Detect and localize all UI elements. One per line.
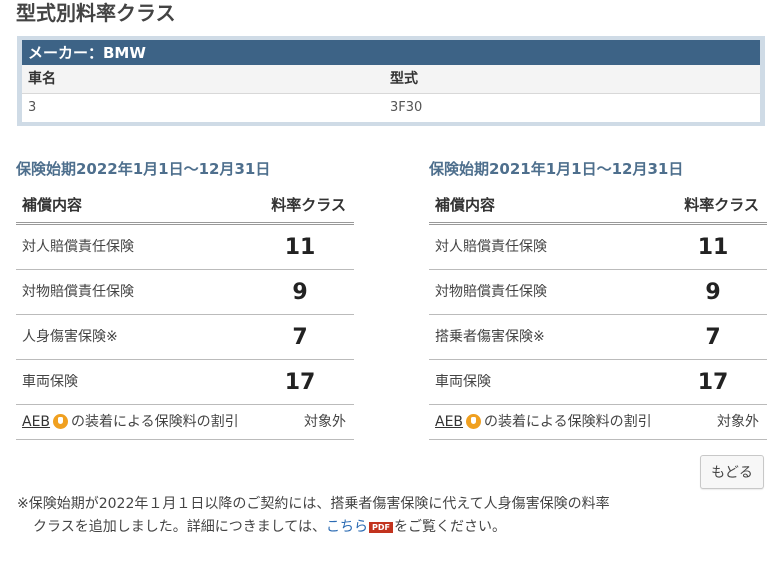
aeb-link[interactable]: AEB bbox=[22, 414, 50, 430]
aeb-text: の装着による保険料の割引 bbox=[71, 414, 239, 430]
class-value: 9 bbox=[705, 280, 721, 305]
vehicle-table-header: 車名 型式 bbox=[22, 65, 760, 94]
class-value: 7 bbox=[292, 325, 308, 350]
aeb-info-icon[interactable] bbox=[53, 414, 69, 429]
coverage-label: 対物賠償責任保険 bbox=[435, 284, 547, 300]
footnote: ※保険始期が2022年１月１日以降のご契約には、搭乗者傷害保険に代えて人身傷害保… bbox=[17, 493, 717, 539]
maker-header: メーカー：BMW bbox=[22, 40, 760, 65]
car-name-value: 3 bbox=[28, 100, 37, 115]
coverage-label: 車両保険 bbox=[22, 374, 78, 390]
aeb-row: AEB の装着による保険料の割引 対象外 bbox=[429, 405, 767, 440]
aeb-label: AEB の装着による保険料の割引 bbox=[435, 405, 652, 439]
car-name-header: 車名 bbox=[28, 71, 56, 87]
coverage-label: 対人賠償責任保険 bbox=[22, 239, 134, 255]
details-link[interactable]: こちら bbox=[326, 519, 368, 535]
class-value: 7 bbox=[705, 325, 721, 350]
class-value: 11 bbox=[284, 235, 316, 260]
aeb-value: 対象外 bbox=[717, 414, 759, 430]
coverage-label: 対物賠償責任保険 bbox=[22, 284, 134, 300]
aeb-label: AEB の装着による保険料の割引 bbox=[22, 405, 239, 439]
table-row: 対人賠償責任保険 11 bbox=[429, 225, 767, 270]
model-header: 型式 bbox=[390, 71, 418, 87]
rate-table-header: 補償内容 料率クラス bbox=[429, 188, 767, 225]
class-value: 17 bbox=[697, 370, 729, 395]
period-2021-table: 保険始期2021年1月1日〜12月31日 補償内容 料率クラス 対人賠償責任保険… bbox=[429, 148, 767, 440]
table-row: 搭乗者傷害保険※ 7 bbox=[429, 315, 767, 360]
page-title: 型式別料率クラス bbox=[16, 1, 176, 25]
table-row: 対人賠償責任保険 11 bbox=[16, 225, 354, 270]
coverage-label: 車両保険 bbox=[435, 374, 491, 390]
aeb-text: の装着による保険料の割引 bbox=[484, 414, 652, 430]
note-line1: ※保険始期が2022年１月１日以降のご契約には、搭乗者傷害保険に代えて人身傷害保… bbox=[17, 496, 610, 512]
class-header: 料率クラス bbox=[684, 196, 759, 214]
aeb-link[interactable]: AEB bbox=[435, 414, 463, 430]
note-text-end: をご覧ください。 bbox=[394, 519, 506, 535]
back-button[interactable]: もどる bbox=[700, 455, 764, 489]
aeb-row: AEB の装着による保険料の割引 対象外 bbox=[16, 405, 354, 440]
table-row: 車両保険 17 bbox=[429, 360, 767, 405]
aeb-info-icon[interactable] bbox=[466, 414, 482, 429]
period-title: 保険始期2021年1月1日〜12月31日 bbox=[429, 160, 684, 178]
vehicle-info-box: メーカー：BMW 車名 型式 3 3F30 bbox=[17, 36, 765, 126]
coverage-header: 補償内容 bbox=[435, 196, 496, 214]
vehicle-table-row: 3 3F30 bbox=[22, 94, 760, 122]
rate-table-header: 補償内容 料率クラス bbox=[16, 188, 354, 225]
class-value: 9 bbox=[292, 280, 308, 305]
note-text: クラスを追加しました。詳細につきましては、 bbox=[33, 519, 327, 535]
table-row: 対物賠償責任保険 9 bbox=[16, 270, 354, 315]
period-title: 保険始期2022年1月1日〜12月31日 bbox=[16, 160, 271, 178]
coverage-label: 対人賠償責任保険 bbox=[435, 239, 547, 255]
coverage-header: 補償内容 bbox=[22, 196, 83, 214]
pdf-icon: PDF bbox=[369, 522, 393, 533]
table-row: 車両保険 17 bbox=[16, 360, 354, 405]
class-header: 料率クラス bbox=[271, 196, 346, 214]
coverage-label: 人身傷害保険※ bbox=[22, 329, 118, 345]
table-row: 対物賠償責任保険 9 bbox=[429, 270, 767, 315]
period-2022-table: 保険始期2022年1月1日〜12月31日 補償内容 料率クラス 対人賠償責任保険… bbox=[16, 148, 354, 440]
model-value: 3F30 bbox=[390, 100, 423, 115]
table-row: 人身傷害保険※ 7 bbox=[16, 315, 354, 360]
class-value: 11 bbox=[697, 235, 729, 260]
class-value: 17 bbox=[284, 370, 316, 395]
aeb-value: 対象外 bbox=[304, 414, 346, 430]
note-line2: クラスを追加しました。詳細につきましては、こちら PDF をご覧ください。 bbox=[17, 516, 717, 539]
coverage-label: 搭乗者傷害保険※ bbox=[435, 329, 545, 345]
